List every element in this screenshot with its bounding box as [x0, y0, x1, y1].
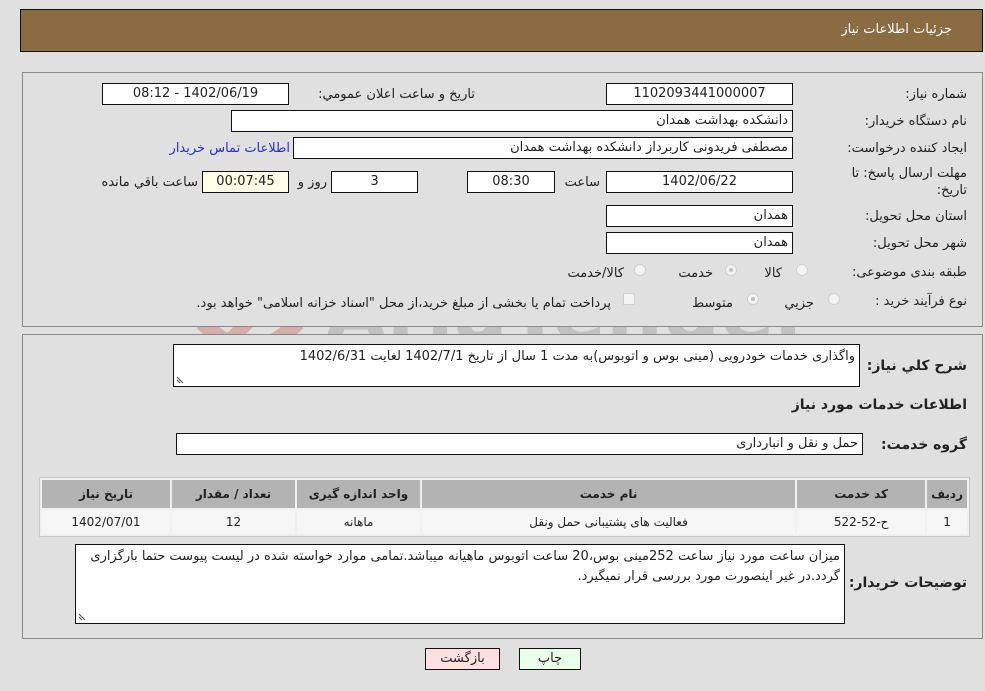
buyer-org-field: دانشکده بهداشت همدان: [231, 110, 793, 132]
city-field: همدان: [606, 232, 793, 254]
header-need-date: تاریخ نیاز: [42, 480, 170, 508]
cell-need-date: 1402/07/01: [42, 510, 170, 534]
description-textarea[interactable]: واگذاری خدمات خودرویی (مینی بوس و اتوبوس…: [173, 344, 860, 387]
buyer-notes-text: میزان ساعت مورد نیاز ساعت 252مینی بوس،20…: [90, 549, 840, 584]
buyer-notes-textarea[interactable]: میزان ساعت مورد نیاز ساعت 252مینی بوس،20…: [75, 544, 845, 624]
province-field: همدان: [606, 205, 793, 227]
need-number-label: شماره نیاز:: [905, 87, 967, 102]
table-row: 1 ح-52-522 فعالیت های پشتیبانی حمل ونقل …: [42, 510, 967, 534]
remaining-days-field: 3: [331, 171, 418, 193]
services-table: ردیف کد خدمت نام خدمت واحد اندازه گیری ت…: [39, 477, 970, 537]
deadline-time-label: ساعت: [564, 175, 600, 190]
category-option-service: خدمت: [678, 266, 713, 281]
requester-label: ایجاد کننده درخواست:: [847, 141, 967, 156]
announce-datetime-field: 1402/06/19 - 08:12: [102, 83, 289, 105]
requester-field: مصطفی فریدونی کاربرداز دانشکده بهداشت هم…: [293, 137, 793, 159]
need-number-field: 1102093441000007: [606, 83, 793, 105]
days-label: روز و: [297, 175, 327, 190]
province-label: استان محل تحویل:: [865, 209, 967, 224]
treasury-note: پرداخت تمام یا بخشی از مبلغ خرید،از محل …: [196, 296, 611, 311]
deadline-time-field: 08:30: [467, 171, 555, 193]
category-option-goods: کالا: [764, 266, 782, 281]
description-label: شرح کلي نیاز:: [866, 358, 967, 374]
description-text: واگذاری خدمات خودرویی (مینی بوس و اتوبوس…: [299, 349, 855, 364]
process-option-minor: جزيي: [784, 296, 814, 311]
cell-row-number: 1: [927, 510, 967, 534]
header-unit: واحد اندازه گیری: [297, 480, 420, 508]
process-option-medium: متوسط: [692, 296, 733, 311]
back-button[interactable]: بازگشت: [425, 648, 500, 670]
header-service-name: نام خدمت: [422, 480, 796, 508]
services-section-title: اطلاعات خدمات مورد نیاز: [791, 397, 967, 413]
cell-quantity: 12: [172, 510, 295, 534]
category-radio-goods-service[interactable]: [634, 264, 646, 276]
buyer-org-label: نام دستگاه خریدار:: [864, 114, 967, 129]
deadline-label-line1: مهلت ارسال پاسخ: تا: [851, 166, 967, 181]
table-header-row: ردیف کد خدمت نام خدمت واحد اندازه گیری ت…: [42, 480, 967, 508]
remaining-label: ساعت باقي مانده: [101, 175, 198, 190]
remaining-time-field: 00:07:45: [202, 171, 289, 193]
cell-service-name: فعالیت های پشتیبانی حمل ونقل: [422, 510, 796, 534]
process-radio-medium[interactable]: [747, 293, 759, 305]
announce-datetime-label: تاریخ و ساعت اعلان عمومي:: [318, 87, 475, 102]
deadline-label-line2: تاریخ:: [936, 183, 967, 198]
print-button[interactable]: چاپ: [519, 648, 581, 670]
cell-unit: ماهانه: [297, 510, 420, 534]
header-quantity: تعداد / مقدار: [172, 480, 295, 508]
header-row-number: ردیف: [927, 480, 967, 508]
process-radio-minor[interactable]: [828, 293, 840, 305]
page-header: جزئیات اطلاعات نیاز: [20, 9, 983, 52]
resize-grip-icon[interactable]: [78, 611, 88, 621]
category-radio-goods[interactable]: [796, 264, 808, 276]
city-label: شهر محل تحویل:: [872, 236, 967, 251]
service-group-field: حمل و نقل و انبارداری: [176, 433, 863, 455]
page-title: جزئیات اطلاعات نیاز: [841, 22, 952, 37]
category-radio-service[interactable]: [725, 264, 737, 276]
resize-grip-icon[interactable]: [176, 374, 186, 384]
service-group-label: گروه خدمت:: [881, 437, 967, 453]
header-service-code: کد خدمت: [797, 480, 926, 508]
category-option-goods-service: کالا/خدمت: [567, 266, 624, 281]
buyer-notes-label: توضیحات خریدار:: [848, 575, 967, 591]
purchase-process-label: نوع فرآیند خرید :: [875, 294, 967, 309]
cell-service-code: ح-52-522: [797, 510, 926, 534]
category-label: طبقه بندی موضوعی:: [851, 265, 967, 280]
treasury-checkbox[interactable]: [623, 293, 635, 305]
deadline-date-field: 1402/06/22: [606, 171, 793, 193]
buyer-contact-link[interactable]: اطلاعات تماس خریدار: [170, 141, 290, 156]
